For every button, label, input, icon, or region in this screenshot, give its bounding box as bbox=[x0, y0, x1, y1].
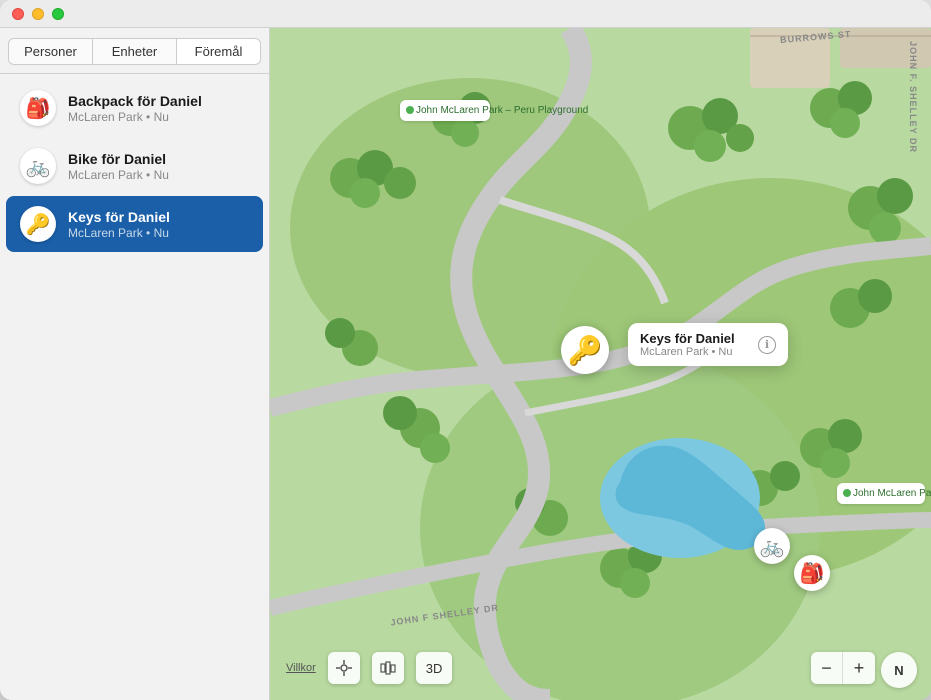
zoom-in-button[interactable]: + bbox=[843, 652, 875, 684]
keys-icon: 🔑 bbox=[20, 206, 56, 242]
peru-playground-label: John McLaren Park – Peru Playground bbox=[400, 100, 490, 121]
map-controls: Villkor bbox=[286, 652, 452, 684]
main-content: Personer Enheter Föremål 🎒 Backpack för … bbox=[0, 28, 931, 700]
minimize-button[interactable] bbox=[32, 8, 44, 20]
bike-icon: 🚲 bbox=[20, 148, 56, 184]
bike-subtitle: McLaren Park • Nu bbox=[68, 168, 249, 182]
bike-map-pin[interactable]: 🚲 bbox=[754, 528, 790, 564]
map-type-button[interactable] bbox=[372, 652, 404, 684]
list-item-backpack[interactable]: 🎒 Backpack för Daniel McLaren Park • Nu bbox=[6, 80, 263, 136]
app-window: Personer Enheter Föremål 🎒 Backpack för … bbox=[0, 0, 931, 700]
keys-map-pin[interactable]: 🔑 bbox=[561, 326, 609, 374]
bike-text: Bike för Daniel McLaren Park • Nu bbox=[68, 151, 249, 182]
close-button[interactable] bbox=[12, 8, 24, 20]
terms-link[interactable]: Villkor bbox=[286, 662, 316, 674]
keys-callout[interactable]: Keys för Daniel McLaren Park • Nu ℹ bbox=[628, 323, 788, 366]
callout-text: Keys för Daniel McLaren Park • Nu bbox=[640, 331, 735, 358]
callout-info-button[interactable]: ℹ bbox=[758, 336, 776, 354]
3d-button[interactable]: 3D bbox=[416, 652, 453, 684]
backpack-text: Backpack för Daniel McLaren Park • Nu bbox=[68, 93, 249, 124]
tab-bar: Personer Enheter Föremål bbox=[0, 28, 269, 74]
location-button[interactable] bbox=[328, 652, 360, 684]
zoom-out-button[interactable]: − bbox=[811, 652, 843, 684]
keys-title: Keys för Daniel bbox=[68, 209, 249, 225]
keys-pin-circle: 🔑 bbox=[561, 326, 609, 374]
zoom-controls: − + bbox=[811, 652, 875, 684]
titlebar bbox=[0, 0, 931, 28]
tab-personer[interactable]: Personer bbox=[8, 38, 93, 65]
items-list: 🎒 Backpack för Daniel McLaren Park • Nu … bbox=[0, 74, 269, 700]
backpack-pin-circle: 🎒 bbox=[794, 555, 830, 591]
list-item-keys[interactable]: 🔑 Keys för Daniel McLaren Park • Nu bbox=[6, 196, 263, 252]
compass-button[interactable]: N bbox=[881, 652, 917, 688]
road-label-shelley-right: JOHN F. SHELLEY DR bbox=[908, 41, 918, 153]
callout-title: Keys för Daniel bbox=[640, 331, 735, 346]
redwood-playground-label: John McLaren Park - Redwood Grove Playgr… bbox=[837, 483, 925, 504]
callout-subtitle: McLaren Park • Nu bbox=[640, 346, 735, 358]
list-item-bike[interactable]: 🚲 Bike för Daniel McLaren Park • Nu bbox=[6, 138, 263, 194]
tab-foremal[interactable]: Föremål bbox=[177, 38, 261, 65]
sidebar: Personer Enheter Föremål 🎒 Backpack för … bbox=[0, 28, 270, 700]
bike-title: Bike för Daniel bbox=[68, 151, 249, 167]
bike-pin-circle: 🚲 bbox=[754, 528, 790, 564]
backpack-title: Backpack för Daniel bbox=[68, 93, 249, 109]
keys-subtitle: McLaren Park • Nu bbox=[68, 226, 249, 240]
map-container[interactable]: BURROWS ST JOHN F. SHELLEY DR JOHN F SHE… bbox=[270, 28, 931, 700]
tab-enheter[interactable]: Enheter bbox=[93, 38, 177, 65]
backpack-map-pin[interactable]: 🎒 bbox=[794, 555, 830, 591]
maximize-button[interactable] bbox=[52, 8, 64, 20]
backpack-icon: 🎒 bbox=[20, 90, 56, 126]
keys-text: Keys för Daniel McLaren Park • Nu bbox=[68, 209, 249, 240]
backpack-subtitle: McLaren Park • Nu bbox=[68, 110, 249, 124]
